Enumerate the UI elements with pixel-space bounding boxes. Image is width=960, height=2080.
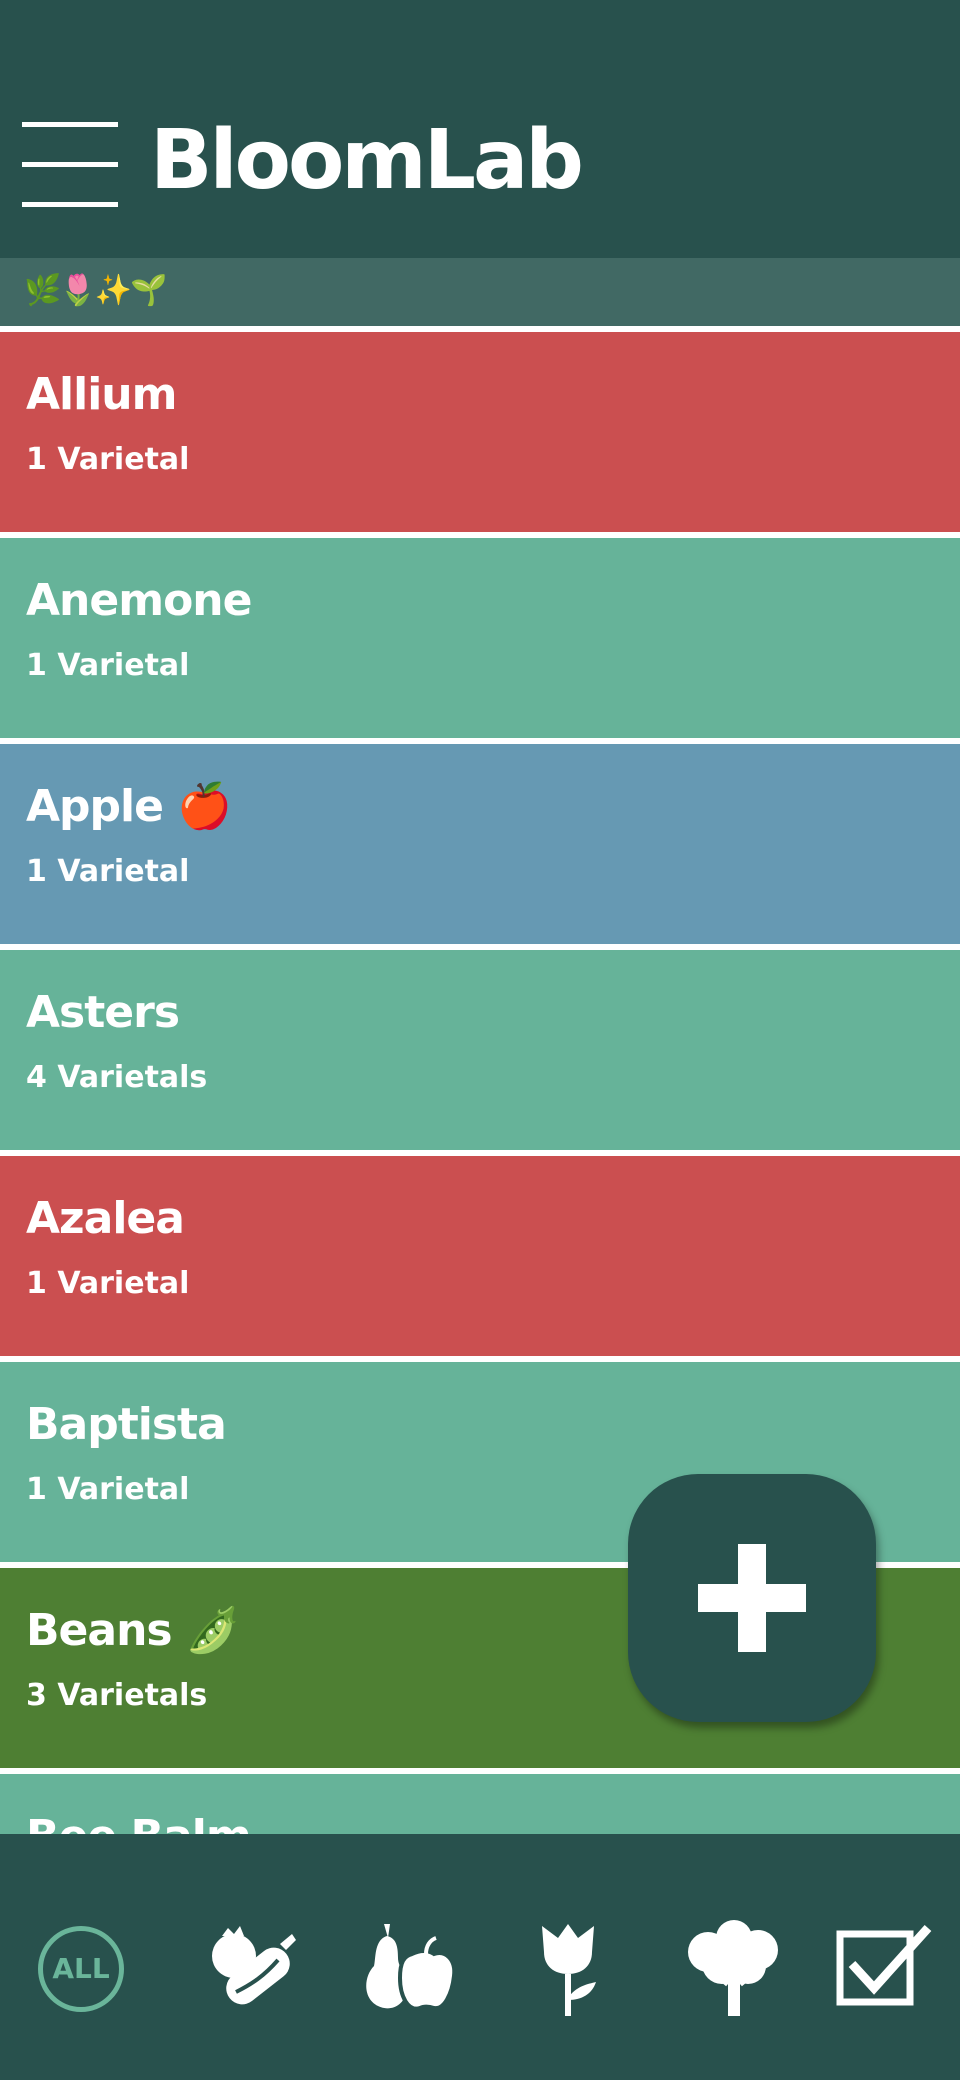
- plant-row[interactable]: Anemone 1 Varietal: [0, 538, 960, 738]
- all-filter-button[interactable]: ALL: [30, 1918, 140, 2028]
- varietal-count: 1 Varietal: [26, 854, 190, 889]
- trees-filter-button[interactable]: [678, 1918, 788, 2028]
- all-label: ALL: [38, 1926, 124, 2012]
- varietal-count: 1 Varietal: [26, 648, 190, 683]
- plant-row[interactable]: Apple 🍎 1 Varietal: [0, 744, 960, 944]
- plant-name: Azalea: [26, 1193, 185, 1244]
- plant-row[interactable]: Azalea 1 Varietal: [0, 1156, 960, 1356]
- varietal-count: 3 Varietals: [26, 1678, 208, 1713]
- tasks-checkbox-icon: [836, 1924, 932, 2006]
- fruits-icon: [366, 1924, 457, 2011]
- flowers-filter-button[interactable]: [516, 1918, 626, 2028]
- menu-line: [22, 162, 118, 167]
- plant-name: Apple 🍎: [26, 781, 232, 832]
- plant-row[interactable]: Asters 4 Varietals: [0, 950, 960, 1150]
- emoji-banner-text: 🌿🌷✨🌱: [24, 273, 167, 308]
- plant-name: Anemone: [26, 575, 252, 626]
- plant-name: Asters: [26, 987, 180, 1038]
- vegetables-icon: [212, 1926, 296, 2005]
- menu-line: [22, 202, 118, 207]
- varietal-count: 4 Varietals: [26, 1060, 208, 1095]
- plant-name: Beans 🫛: [26, 1605, 241, 1656]
- plant-name: Allium: [26, 369, 177, 420]
- plant-name: Bee Balm: [26, 1808, 252, 1834]
- plus-icon-bar: [698, 1584, 806, 1612]
- vegetables-filter-button[interactable]: [200, 1918, 310, 2028]
- plant-row[interactable]: Bee Balm: [0, 1774, 960, 1834]
- trees-icon: [688, 1920, 778, 2016]
- emoji-banner: 🌿🌷✨🌱: [0, 258, 960, 326]
- app-header: BloomLab: [0, 0, 960, 258]
- menu-line: [22, 122, 118, 127]
- menu-icon[interactable]: [22, 120, 120, 207]
- plant-row[interactable]: Allium 1 Varietal: [0, 332, 960, 532]
- app-title: BloomLab: [150, 113, 584, 208]
- flowers-icon: [542, 1924, 596, 2016]
- plant-name: Baptista: [26, 1399, 227, 1450]
- add-plant-button[interactable]: [628, 1474, 876, 1722]
- bottom-nav: ALL: [0, 1834, 960, 2080]
- fruits-filter-button[interactable]: [354, 1918, 464, 2028]
- varietal-count: 1 Varietal: [26, 1266, 190, 1301]
- varietal-count: 1 Varietal: [26, 1472, 190, 1507]
- tasks-filter-button[interactable]: [836, 1918, 946, 2028]
- varietal-count: 1 Varietal: [26, 442, 190, 477]
